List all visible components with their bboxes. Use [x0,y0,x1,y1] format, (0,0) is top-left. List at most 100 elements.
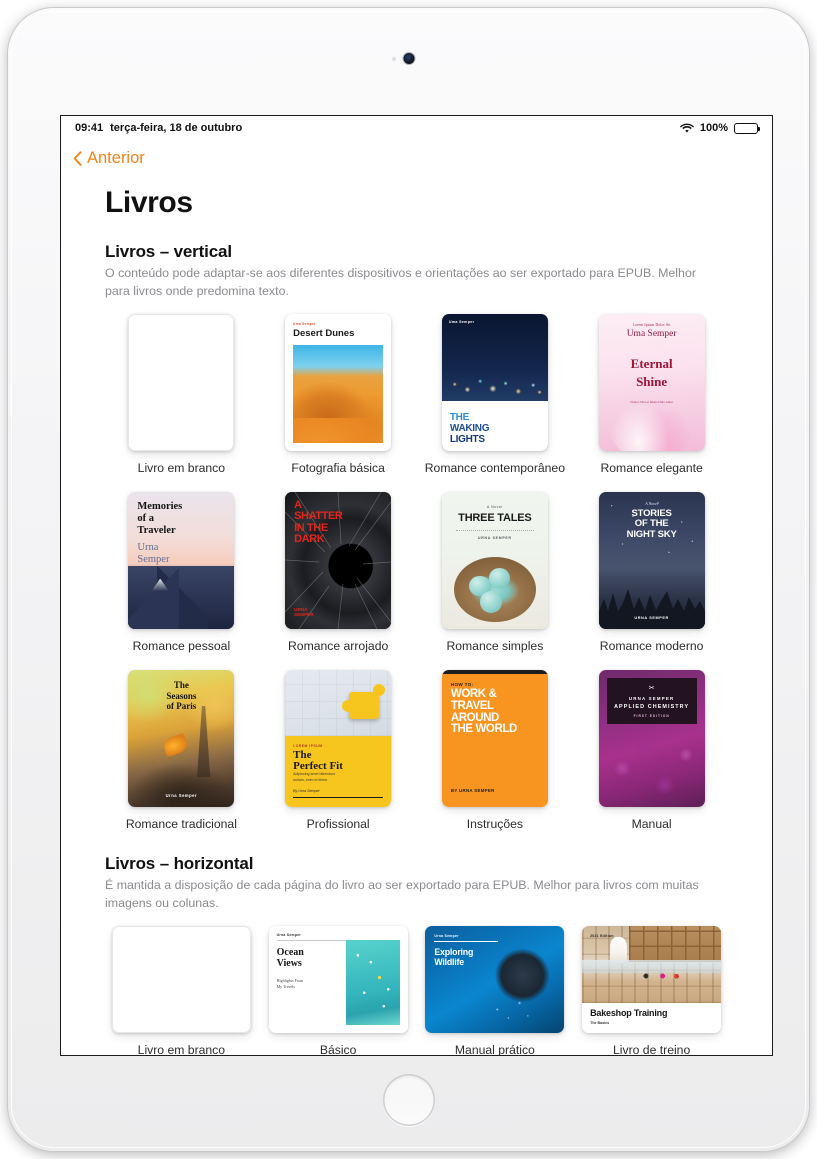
section-description: O conteúdo pode adaptar-se aos diferente… [105,266,696,298]
cover-thumbnail-applied-chemistry[interactable]: ✂ URNA SEMPER APPLIED CHEMISTRY FIRST ED… [598,670,705,808]
template-card-romance-contemporaneo[interactable]: Uma Semper THE WAKING LIGHTS Romance con… [417,314,574,492]
battery-icon [734,122,761,134]
cover-thumbnail-blank[interactable] [128,314,235,452]
cover-author: Uma Semper [626,329,677,340]
cover-author: By Urna Semper [293,789,320,794]
template-label: Romance pessoal [132,639,231,654]
cover-author: URNA SEMPER [294,607,314,618]
section-vertical: Livros – vertical O conteúdo pode adapta… [103,242,730,848]
template-card-romance-moderno[interactable]: A Novel STORIES OF THE NIGHT SKY URNA SE… [573,492,730,670]
cover-thumbnail-waking-lights[interactable]: Uma Semper THE WAKING LIGHTS [441,314,548,452]
cover-title: The Perfect Fit [293,748,343,772]
section-heading: Livros – horizontal [105,854,254,874]
template-label: Instruções [466,817,523,832]
section-description: É mantida a disposição de cada página do… [105,878,699,910]
cover-title: Bakeshop Training [590,1008,668,1019]
template-label: Livro de treino [613,1043,691,1055]
device-screen: 09:41 terça-feira, 18 de outubro 100% An… [60,115,773,1056]
template-card-romance-elegante[interactable]: Lorem Ipsum Dolor Sit Uma Semper Eternal… [573,314,730,492]
chevron-left-icon [73,150,82,166]
cover-thumbnail-exploring-wildlife[interactable]: Urna Semper Exploring Wildlife [425,926,565,1034]
battery-percent-label: 100% [699,122,728,134]
cover-author: URNA SEMPER [478,536,512,541]
template-grid-horizontal: Livro em branco Urna Semper Ocean Views … [103,926,730,1055]
cover-image-ocean [346,940,400,1026]
template-card-instrucoes[interactable]: HOW TO: WORK & TRAVEL AROUND THE WORLD B… [417,670,574,848]
front-camera [403,53,414,64]
cover-title: The Seasons of Paris [166,680,197,711]
cover-kicker: HOW TO: [450,682,474,688]
template-label: Livro em branco [137,461,226,476]
cover-thumbnail-night-sky[interactable]: A Novel STORIES OF THE NIGHT SKY URNA SE… [598,492,705,630]
cover-subtitle: Adipiscing amet bibendum nullam, enim et… [293,772,336,782]
cover-pretitle: Lorem Ipsum Dolor Sit [632,323,671,328]
template-label: Romance simples [446,639,544,654]
cover-thumbnail-memories-traveler[interactable]: Memories of a Traveler Urna Semper [128,492,235,630]
back-button[interactable]: Anterior [73,149,145,168]
cover-thumbnail-desert-dunes[interactable]: Uma Semper Desert Dunes [285,314,392,452]
template-label: Básico [319,1043,357,1055]
status-bar-right: 100% [679,122,761,134]
template-label: Manual prático [454,1043,535,1055]
cover-title-line1: Eternal [630,356,673,372]
cover-author: URNA SEMPER [628,696,675,702]
cover-image-nest [453,556,537,623]
cover-thumbnail-eternal-shine[interactable]: Lorem Ipsum Dolor Sit Uma Semper Eternal… [598,314,705,452]
status-time: 09:41 [75,122,104,134]
cover-thumbnail-shatter-dark[interactable]: A SHATTER IN THE DARK URNA SEMPER [285,492,392,630]
section-horizontal: Livros – horizontal É mantida a disposiç… [103,854,730,1055]
section-heading: Livros – vertical [105,242,232,261]
cover-thumbnail-bakeshop-training[interactable]: 2021 Edition Bakeshop Training The Basic… [582,926,722,1034]
cover-author: Urna Semper [165,793,198,799]
template-label: Manual [631,817,672,832]
cover-title: Ocean Views [276,947,304,970]
template-card-livro-em-branco-horizontal[interactable]: Livro em branco [103,926,260,1055]
puzzle-piece-icon [342,684,386,720]
template-card-livro-de-treino[interactable]: 2021 Edition Bakeshop Training The Basic… [573,926,730,1055]
cover-author: URNA SEMPER [634,616,669,621]
template-card-manual[interactable]: ✂ URNA SEMPER APPLIED CHEMISTRY FIRST ED… [573,670,730,848]
cover-thumbnail-how-to-work-travel[interactable]: HOW TO: WORK & TRAVEL AROUND THE WORLD B… [441,670,548,808]
cover-title: Desert Dunes [293,328,355,340]
cover-title: Exploring Wildlife [434,947,474,967]
template-card-romance-pessoal[interactable]: Memories of a Traveler Urna Semper Roman… [103,492,260,670]
template-card-profissional[interactable]: LOREM IPSUM The Perfect Fit Adipiscing a… [260,670,417,848]
cover-kicker: LOREM IPSUM [293,744,323,749]
cover-logo-icon: ✂ [648,685,655,693]
cover-title: WORK & TRAVEL AROUND THE WORLD [450,688,517,736]
template-grid-vertical: Livro em branco Uma Semper Desert Dunes … [103,314,730,848]
cover-thumbnail-seasons-paris[interactable]: The Seasons of Paris Urna Semper [128,670,235,808]
cover-subtitle: Highlights From My Travels [276,978,304,990]
page-title: Livros [105,186,193,219]
template-card-livro-em-branco[interactable]: Livro em branco [103,314,260,492]
cover-title-line2: Shine [636,374,668,390]
template-card-basico[interactable]: Urna Semper Ocean Views Highlights From … [260,926,417,1055]
template-label: Romance moderno [599,639,704,654]
cover-pretitle: A Novel [645,501,658,507]
cover-thumbnail-blank-horizontal[interactable] [111,926,251,1034]
cover-author: Urna Semper [137,542,170,565]
template-label: Romance arrojado [287,639,389,654]
cover-subtitle: The Basics [590,1021,610,1026]
template-card-romance-simples[interactable]: A Novel THREE TALES URNA SEMPER Romance … [417,492,574,670]
cover-title: Memories of a Traveler [137,501,183,536]
template-card-romance-arrojado[interactable]: A SHATTER IN THE DARK URNA SEMPER Romanc… [260,492,417,670]
back-button-label: Anterior [87,148,145,167]
cover-thumbnail-perfect-fit[interactable]: LOREM IPSUM The Perfect Fit Adipiscing a… [285,670,392,808]
template-card-manual-pratico[interactable]: Urna Semper Exploring Wildlife Manual pr… [417,926,574,1055]
status-bar-left: 09:41 terça-feira, 18 de outubro [75,122,242,134]
status-bar: 09:41 terça-feira, 18 de outubro 100% [61,116,772,140]
template-card-fotografia-basica[interactable]: Uma Semper Desert Dunes Fotografia básic… [260,314,417,492]
template-label: Livro em branco [137,1043,226,1055]
cover-subtitle: Donec Nisi et Risus Duis Amet [630,400,673,405]
cover-thumbnail-three-tales[interactable]: A Novel THREE TALES URNA SEMPER [441,492,548,630]
ipad-device-frame: 09:41 terça-feira, 18 de outubro 100% An… [8,8,809,1151]
template-label: Profissional [306,817,370,832]
cover-image-dunes [293,345,384,444]
template-chooser-content: Livros Livros – vertical O conteúdo pode… [61,176,772,1055]
cover-thumbnail-ocean-views[interactable]: Urna Semper Ocean Views Highlights From … [268,926,408,1034]
cover-title: STORIES OF THE NIGHT SKY [626,508,677,540]
home-button[interactable] [382,1074,435,1126]
template-card-romance-tradicional[interactable]: The Seasons of Paris Urna Semper Romance… [103,670,260,848]
cover-title-line3: LIGHTS [449,434,485,446]
